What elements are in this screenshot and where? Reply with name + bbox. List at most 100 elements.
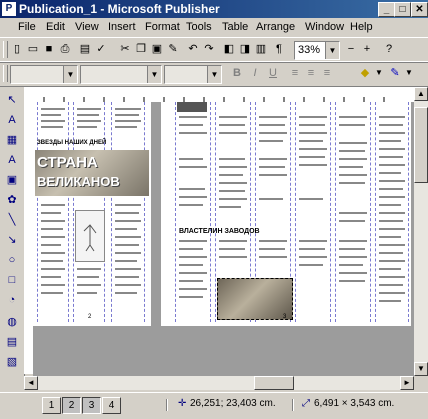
scroll-down-icon[interactable]: ▼ [414,362,428,376]
autoshapes-icon[interactable]: ◔ [5,293,19,307]
scroll-left-icon[interactable]: ◄ [24,376,38,390]
columns-icon[interactable]: ▥ [254,42,268,56]
minimize-button[interactable]: _ [378,2,395,17]
style-combo[interactable]: ▼ [10,65,78,84]
zoom-out-button[interactable]: − [344,42,358,56]
page-left[interactable]: ЗВЕЗДЫ НАШИХ ДНЕЙ СТРАНА ВЕЛИКАНОВ 2 [33,102,151,326]
horizontal-scroll-thumb[interactable] [254,376,294,390]
workspace[interactable]: ЗВЕЗДЫ НАШИХ ДНЕЙ СТРАНА ВЕЛИКАНОВ 2 ВЛА… [33,102,414,376]
save-icon[interactable]: ■ [42,42,56,56]
chevron-down-icon[interactable]: ▼ [402,66,416,80]
status-divider [166,399,168,411]
banner-image[interactable]: СТРАНА ВЕЛИКАНОВ [35,150,149,196]
page-button-1[interactable]: 1 [42,397,61,414]
horizontal-ruler[interactable] [24,87,414,103]
menu-format[interactable]: Format [145,21,180,33]
oval-icon[interactable]: ○ [5,253,19,267]
chevron-down-icon[interactable]: ▼ [147,66,161,83]
menu-file[interactable]: File [18,21,36,33]
vertical-scrollbar[interactable]: ▲ ▼ [414,87,428,376]
line-color-icon[interactable]: ✎ [388,66,402,80]
align-left-icon[interactable]: ≡ [288,66,302,80]
figure-sketch-icon [83,224,97,252]
form-control-icon[interactable]: ▤ [5,335,19,349]
fill-color-icon[interactable]: ◆ [358,66,372,80]
heading-right[interactable]: ВЛАСТЕЛИН ЗАВОДОВ [179,228,299,235]
table-icon[interactable]: ▦ [5,133,19,147]
font-size-combo[interactable]: ▼ [164,65,222,84]
size-icon: ⤢ [302,398,310,409]
chevron-down-icon[interactable]: ▼ [63,66,77,83]
spelling-icon[interactable]: ✓ [94,42,108,56]
object-position: 26,251; 23,403 cm. [190,398,276,409]
menu-insert[interactable]: Insert [108,21,136,33]
paste-icon[interactable]: ▣ [150,42,164,56]
clip-art-frame[interactable] [75,210,105,262]
menu-tools[interactable]: Tools [186,21,212,33]
underline-button[interactable]: U [266,66,280,80]
print-icon[interactable]: ⎙ [58,42,72,56]
format-painter-icon[interactable]: ✎ [166,42,180,56]
chevron-down-icon[interactable]: ▼ [207,66,221,83]
vertical-scroll-thumb[interactable] [414,107,428,183]
picture-frame-icon[interactable]: ▣ [5,173,19,187]
line-icon[interactable]: ╲ [5,213,19,227]
scroll-right-icon[interactable]: ► [400,376,414,390]
publisher-app-icon[interactable]: P [2,2,16,16]
font-combo[interactable]: ▼ [80,65,162,84]
italic-button[interactable]: I [248,66,262,80]
send-backward-icon[interactable]: ◨ [238,42,252,56]
pointer-icon[interactable]: ↖ [5,93,19,107]
bold-button[interactable]: B [230,66,244,80]
help-icon[interactable]: ? [382,42,396,56]
maximize-button[interactable]: □ [394,2,411,17]
chevron-down-icon[interactable]: ▼ [372,66,386,80]
new-icon[interactable]: ▯ [10,42,24,56]
align-right-icon[interactable]: ≡ [320,66,334,80]
page-right[interactable]: ВЛАСТЕЛИН ЗАВОДОВ 3 [161,102,411,326]
page-button-4[interactable]: 4 [102,397,121,414]
text-box-icon[interactable]: A [5,113,19,127]
hotspot-icon[interactable]: ◍ [5,315,19,329]
clip-art-icon[interactable]: ✿ [5,193,19,207]
redo-icon[interactable]: ↷ [202,42,216,56]
zoom-combo[interactable]: 33% ▼ [294,41,340,60]
scroll-up-icon[interactable]: ▲ [414,87,428,101]
menu-arrange[interactable]: Arrange [256,21,295,33]
design-gallery-icon[interactable]: ▧ [5,355,19,369]
bring-forward-icon[interactable]: ◧ [222,42,236,56]
page-number-left: 2 [88,314,92,320]
arrow-icon[interactable]: ↘ [5,233,19,247]
toolbar-grip[interactable] [3,41,8,58]
heading-left[interactable]: ЗВЕЗДЫ НАШИХ ДНЕЙ [37,140,147,146]
page-button-3[interactable]: 3 [82,397,101,414]
copy-icon[interactable]: ❐ [134,42,148,56]
photo-frame[interactable] [217,278,293,320]
rectangle-icon[interactable]: □ [5,273,19,287]
menu-table[interactable]: Table [222,21,248,33]
menu-view[interactable]: View [75,21,99,33]
chevron-down-icon[interactable]: ▼ [325,42,339,59]
undo-icon[interactable]: ↶ [186,42,200,56]
toolbar-grip[interactable] [3,65,8,82]
print-preview-icon[interactable]: ▤ [78,42,92,56]
align-center-icon[interactable]: ≡ [304,66,318,80]
menu-edit[interactable]: Edit [46,21,65,33]
standard-toolbar: ▯ ▭ ■ ⎙ ▤ ✓ ✂ ❐ ▣ ✎ ↶ ↷ ◧ ◨ ▥ ¶ 33% ▼ − … [0,37,428,63]
menu-window[interactable]: Window [305,21,344,33]
cut-icon[interactable]: ✂ [118,42,132,56]
horizontal-scrollbar[interactable]: ◄ ► [24,376,414,390]
zoom-in-button[interactable]: + [360,42,374,56]
banner-line2: ВЕЛИКАНОВ [37,174,120,189]
page-button-2[interactable]: 2 [62,397,81,414]
close-button[interactable]: ✕ [411,2,428,17]
column-guide [295,102,331,322]
menu-help[interactable]: Help [350,21,373,33]
wordart-icon[interactable]: A [5,153,19,167]
window-title: Publication_1 - Microsoft Publisher [19,2,220,16]
special-characters-icon[interactable]: ¶ [272,42,286,56]
open-icon[interactable]: ▭ [26,42,40,56]
ruler-ticks [43,97,385,102]
status-bar: 1 2 3 4 ✛ 26,251; 23,403 cm. ⤢ 6,491 × 3… [0,392,428,419]
top-image[interactable] [177,102,207,112]
